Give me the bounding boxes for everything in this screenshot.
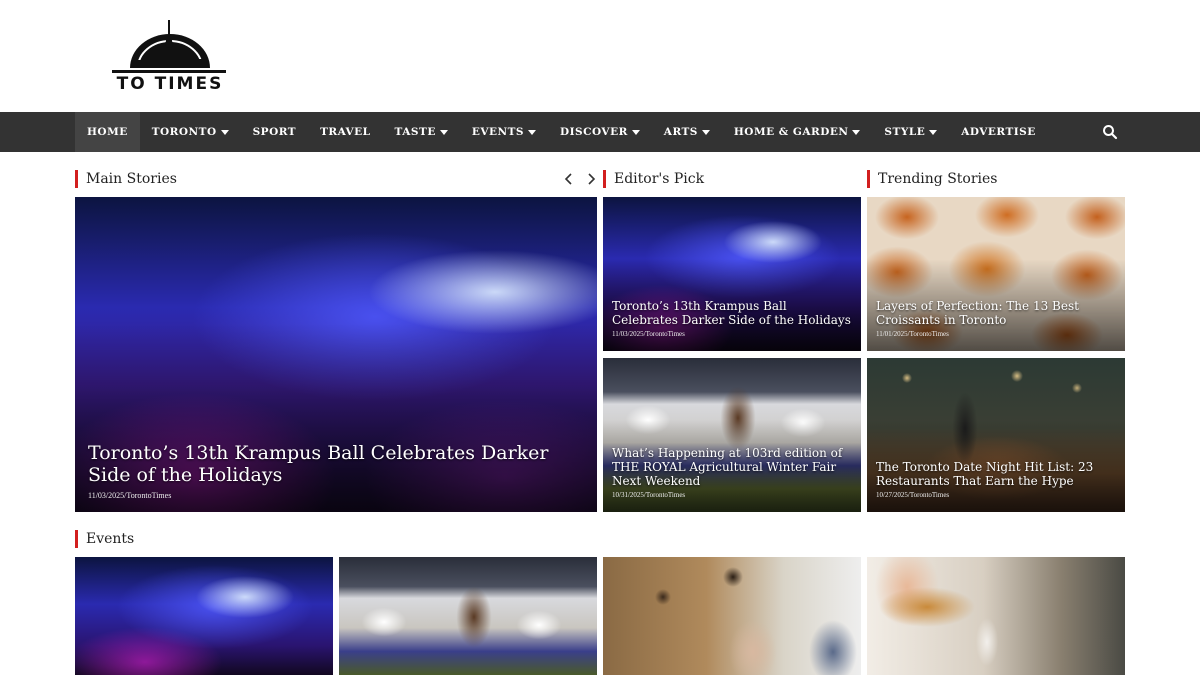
nav-label: ARTS xyxy=(663,126,698,138)
wine-tasting-image xyxy=(867,557,1125,675)
card-caption: What’s Happening at 103rd edition of THE… xyxy=(612,446,853,499)
events-heading: Events xyxy=(75,530,134,548)
nav-label: TASTE xyxy=(394,126,436,138)
editors-pick-heading: Editor's Pick xyxy=(603,170,704,188)
editors-pick-card[interactable]: What’s Happening at 103rd edition of THE… xyxy=(603,358,861,512)
card-meta: 11/01/2025/TorontoTimes xyxy=(876,330,949,338)
card-title[interactable]: Toronto’s 13th Krampus Ball Celebrates D… xyxy=(88,442,589,486)
nav-label: HOME & GARDEN xyxy=(733,126,849,138)
caret-down-icon xyxy=(852,129,861,135)
nav-label: SPORT xyxy=(252,126,297,138)
nav-item-sport[interactable]: SPORT xyxy=(241,112,308,152)
card-title[interactable]: Toronto’s 13th Krampus Ball Celebrates D… xyxy=(612,299,853,327)
royal-winter-fair-image xyxy=(339,557,597,675)
card-caption: Toronto’s 13th Krampus Ball Celebrates D… xyxy=(612,299,853,338)
trending-card[interactable]: The Toronto Date Night Hit List: 23 Rest… xyxy=(867,358,1125,512)
nav-item-style[interactable]: STYLE xyxy=(872,112,949,152)
nav-item-taste[interactable]: TASTE xyxy=(383,112,460,152)
nav-item-discover[interactable]: DISCOVER xyxy=(548,112,652,152)
nav-item-arts[interactable]: ARTS xyxy=(652,112,722,152)
nav-item-home[interactable]: HOME xyxy=(75,112,140,152)
card-title[interactable]: The Toronto Date Night Hit List: 23 Rest… xyxy=(876,460,1117,488)
nav-item-home-garden[interactable]: HOME & GARDEN xyxy=(722,112,873,152)
nav-label: EVENTS xyxy=(471,126,524,138)
nav-label: STYLE xyxy=(884,126,926,138)
event-card[interactable] xyxy=(75,557,333,675)
nav-item-toronto[interactable]: TORONTO xyxy=(140,112,241,152)
antique-market-image xyxy=(603,557,861,675)
card-caption: Toronto’s 13th Krampus Ball Celebrates D… xyxy=(88,442,589,500)
nav-label: ADVERTISE xyxy=(961,126,1036,138)
nav-item-events[interactable]: EVENTS xyxy=(460,112,548,152)
search-icon[interactable] xyxy=(1102,124,1118,140)
toronto-skyline-logo-icon xyxy=(112,20,226,73)
editors-pick-card[interactable]: Toronto’s 13th Krampus Ball Celebrates D… xyxy=(603,197,861,351)
event-card[interactable] xyxy=(339,557,597,675)
chevron-right-icon[interactable] xyxy=(583,171,599,187)
slider-arrows xyxy=(561,171,599,187)
logo-text: TO TIMES xyxy=(116,74,224,94)
caret-down-icon xyxy=(701,129,710,135)
card-caption: The Toronto Date Night Hit List: 23 Rest… xyxy=(876,460,1117,499)
trending-card[interactable]: Layers of Perfection: The 13 Best Croiss… xyxy=(867,197,1125,351)
caret-down-icon xyxy=(528,129,536,135)
event-card[interactable] xyxy=(867,557,1125,675)
krampus-ball-image xyxy=(75,557,333,675)
event-card[interactable] xyxy=(603,557,861,675)
card-meta: 11/03/2025/TorontoTimes xyxy=(88,491,172,500)
nav-label: DISCOVER xyxy=(560,126,628,138)
nav-label: TORONTO xyxy=(151,126,217,138)
main-story-card[interactable]: Toronto’s 13th Krampus Ball Celebrates D… xyxy=(75,197,597,512)
card-title[interactable]: Layers of Perfection: The 13 Best Croiss… xyxy=(876,299,1117,327)
site-header: TO TIMES xyxy=(0,0,1200,112)
nav-label: TRAVEL xyxy=(320,126,371,138)
main-stories-heading: Main Stories xyxy=(75,170,177,188)
card-meta: 10/31/2025/TorontoTimes xyxy=(612,491,686,499)
card-caption: Layers of Perfection: The 13 Best Croiss… xyxy=(876,299,1117,338)
main-nav: HOME TORONTO SPORT TRAVEL TASTE EVENTS D… xyxy=(0,112,1200,152)
nav-label: HOME xyxy=(87,126,128,138)
site-logo[interactable]: TO TIMES xyxy=(108,18,230,96)
nav-item-travel[interactable]: TRAVEL xyxy=(308,112,382,152)
caret-down-icon xyxy=(439,129,448,135)
trending-heading: Trending Stories xyxy=(867,170,998,188)
caret-down-icon xyxy=(220,129,229,135)
card-meta: 11/03/2025/TorontoTimes xyxy=(612,330,685,338)
card-title[interactable]: What’s Happening at 103rd edition of THE… xyxy=(612,446,853,488)
caret-down-icon xyxy=(929,129,938,135)
nav-item-advertise[interactable]: ADVERTISE xyxy=(949,112,1048,152)
card-meta: 10/27/2025/TorontoTimes xyxy=(876,491,950,499)
caret-down-icon xyxy=(631,129,640,135)
chevron-left-icon[interactable] xyxy=(561,171,577,187)
